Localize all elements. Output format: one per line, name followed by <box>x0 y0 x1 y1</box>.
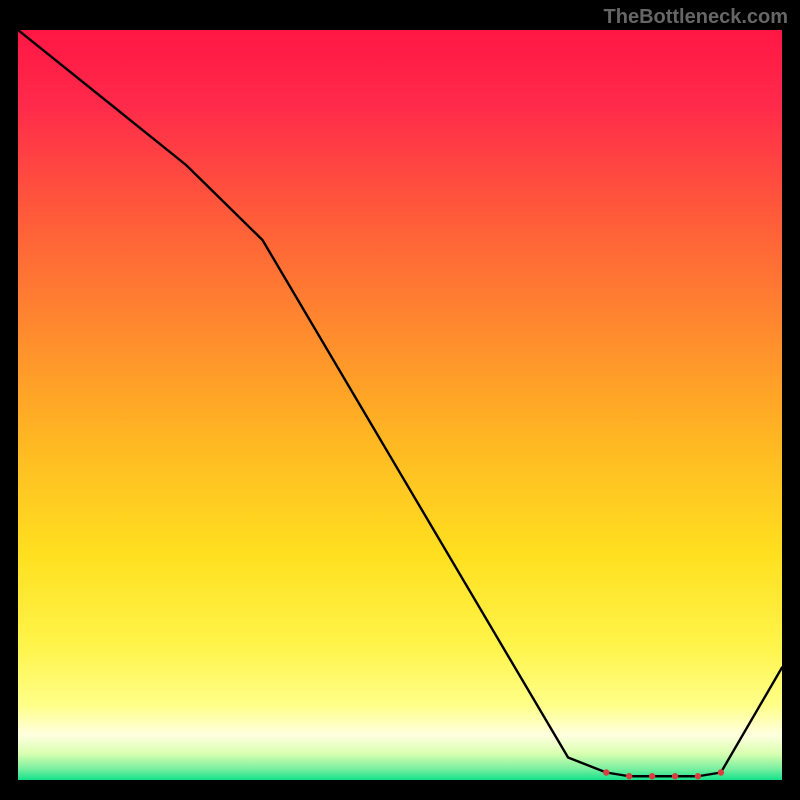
curve-marker <box>649 773 655 779</box>
watermark-text: TheBottleneck.com <box>604 6 788 29</box>
curve-marker <box>718 769 724 775</box>
curve-marker <box>672 773 678 779</box>
chart-plot-area <box>18 30 782 780</box>
curve-marker <box>695 773 701 779</box>
curve-marker <box>626 773 632 779</box>
curve-marker <box>603 769 609 775</box>
